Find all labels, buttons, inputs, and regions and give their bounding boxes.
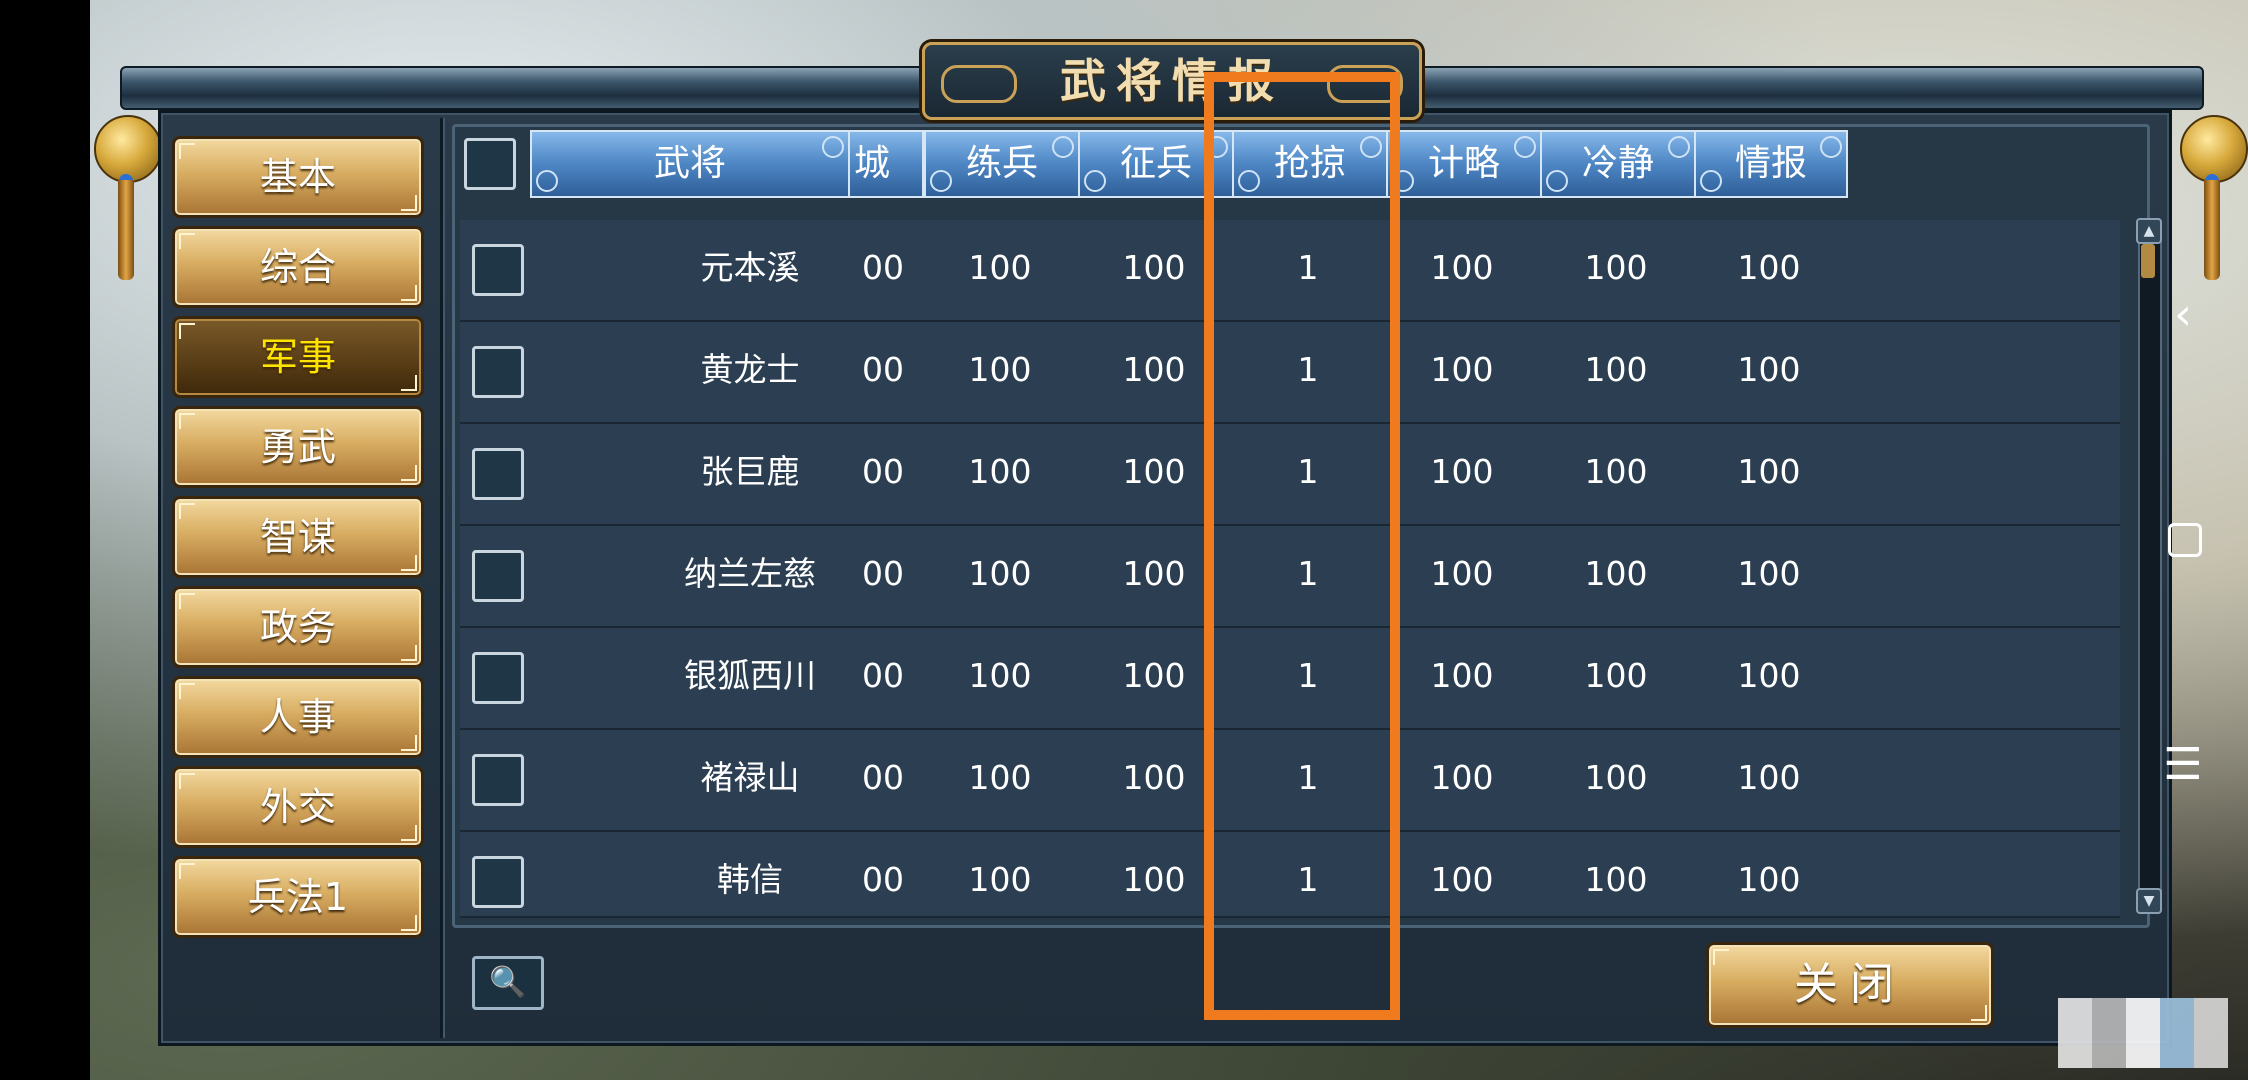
sidebar-item-label: 勇武 — [259, 425, 336, 469]
magnifier-icon: 🔍 — [489, 965, 527, 1000]
column-header-label: 武将 — [653, 143, 726, 184]
close-button-label: 关闭 — [1794, 959, 1906, 1010]
city-value: 00 — [862, 350, 904, 389]
city-value: 00 — [862, 554, 904, 593]
calm-value: 100 — [1584, 350, 1648, 389]
sidebar-item-label: 外交 — [259, 785, 336, 829]
sidebar-item-label: 智谋 — [259, 515, 336, 559]
row-checkbox[interactable] — [472, 448, 524, 500]
intel-value: 100 — [1737, 452, 1801, 491]
city-value: 00 — [862, 248, 904, 287]
scheme-value: 100 — [1430, 758, 1494, 797]
row-checkbox[interactable] — [472, 754, 524, 806]
row-checkbox[interactable] — [472, 652, 524, 704]
scheme-value: 100 — [1430, 554, 1494, 593]
intel-value: 100 — [1737, 554, 1801, 593]
sidebar-item-politics[interactable]: 政务 — [172, 586, 424, 668]
sidebar-item-basic[interactable]: 基本 — [172, 136, 424, 218]
row-checkbox[interactable] — [472, 244, 524, 296]
sidebar-item-label: 综合 — [259, 245, 336, 289]
calm-value: 100 — [1584, 452, 1648, 491]
sidebar-item-tactics-1[interactable]: 兵法1 — [172, 856, 424, 938]
intel-value: 100 — [1737, 758, 1801, 797]
menu-icon[interactable]: ☰ — [2118, 720, 2248, 810]
scheme-value: 100 — [1430, 860, 1494, 899]
column-header-city[interactable]: 城 — [848, 130, 924, 198]
system-nav-bar: ‹ ☰ — [2118, 0, 2248, 1080]
column-header-general[interactable]: 武将 — [530, 130, 850, 198]
home-button[interactable] — [2118, 495, 2248, 585]
calm-value: 100 — [1584, 860, 1648, 899]
row-checkbox[interactable] — [472, 856, 524, 908]
calm-value: 100 — [1584, 248, 1648, 287]
training-value: 100 — [968, 758, 1032, 797]
scheme-value: 100 — [1430, 452, 1494, 491]
sidebar-item-diplomacy[interactable]: 外交 — [172, 766, 424, 848]
home-square-icon — [2168, 523, 2202, 557]
column-header-label: 征兵 — [1119, 143, 1192, 184]
scheme-value: 100 — [1430, 350, 1494, 389]
city-value: 00 — [862, 452, 904, 491]
plunder-column-highlight — [1204, 72, 1400, 1020]
pixelated-overlay — [2058, 998, 2228, 1068]
column-header-calm[interactable]: 冷静 — [1540, 130, 1696, 198]
training-value: 100 — [968, 248, 1032, 287]
column-header-intel[interactable]: 情报 — [1694, 130, 1848, 198]
calm-value: 100 — [1584, 656, 1648, 695]
sidebar-item-strategy[interactable]: 智谋 — [172, 496, 424, 578]
training-value: 100 — [968, 350, 1032, 389]
sidebar-item-valor[interactable]: 勇武 — [172, 406, 424, 488]
column-header-scheme[interactable]: 计略 — [1386, 130, 1542, 198]
column-header-label: 情报 — [1734, 143, 1807, 184]
column-header-training[interactable]: 练兵 — [924, 130, 1080, 198]
column-header-label: 计略 — [1427, 143, 1500, 184]
sidebar-divider — [440, 118, 443, 1038]
city-value: 00 — [862, 860, 904, 899]
city-value: 00 — [862, 656, 904, 695]
column-header-label: 城 — [854, 143, 891, 184]
scheme-value: 100 — [1430, 656, 1494, 695]
intel-value: 100 — [1737, 248, 1801, 287]
sidebar-item-label: 兵法1 — [247, 875, 349, 919]
letterbox-left — [0, 0, 90, 1080]
filter-button[interactable]: 🔍 — [472, 956, 544, 1010]
training-value: 100 — [968, 452, 1032, 491]
intel-value: 100 — [1737, 860, 1801, 899]
city-value: 00 — [862, 758, 904, 797]
row-checkbox[interactable] — [472, 346, 524, 398]
sidebar-item-label: 政务 — [259, 605, 336, 649]
column-header-label: 练兵 — [965, 143, 1038, 184]
sidebar-item-overall[interactable]: 综合 — [172, 226, 424, 308]
training-value: 100 — [968, 656, 1032, 695]
training-value: 100 — [968, 860, 1032, 899]
sidebar-item-military[interactable]: 军事 — [172, 316, 424, 398]
close-button[interactable]: 关闭 — [1706, 942, 1994, 1028]
select-all-checkbox[interactable] — [464, 138, 516, 190]
calm-value: 100 — [1584, 758, 1648, 797]
column-header-label: 冷静 — [1581, 143, 1654, 184]
training-value: 100 — [968, 554, 1032, 593]
rod-ornament-left — [94, 115, 162, 183]
scheme-value: 100 — [1430, 248, 1494, 287]
calm-value: 100 — [1584, 554, 1648, 593]
sidebar-item-personnel[interactable]: 人事 — [172, 676, 424, 758]
sidebar-item-label: 军事 — [259, 335, 336, 379]
intel-value: 100 — [1737, 350, 1801, 389]
back-icon[interactable]: ‹ — [2118, 270, 2248, 360]
sidebar-item-label: 基本 — [259, 155, 336, 199]
tassel-left — [118, 180, 134, 280]
intel-value: 100 — [1737, 656, 1801, 695]
row-checkbox[interactable] — [472, 550, 524, 602]
sidebar-item-label: 人事 — [259, 695, 336, 739]
